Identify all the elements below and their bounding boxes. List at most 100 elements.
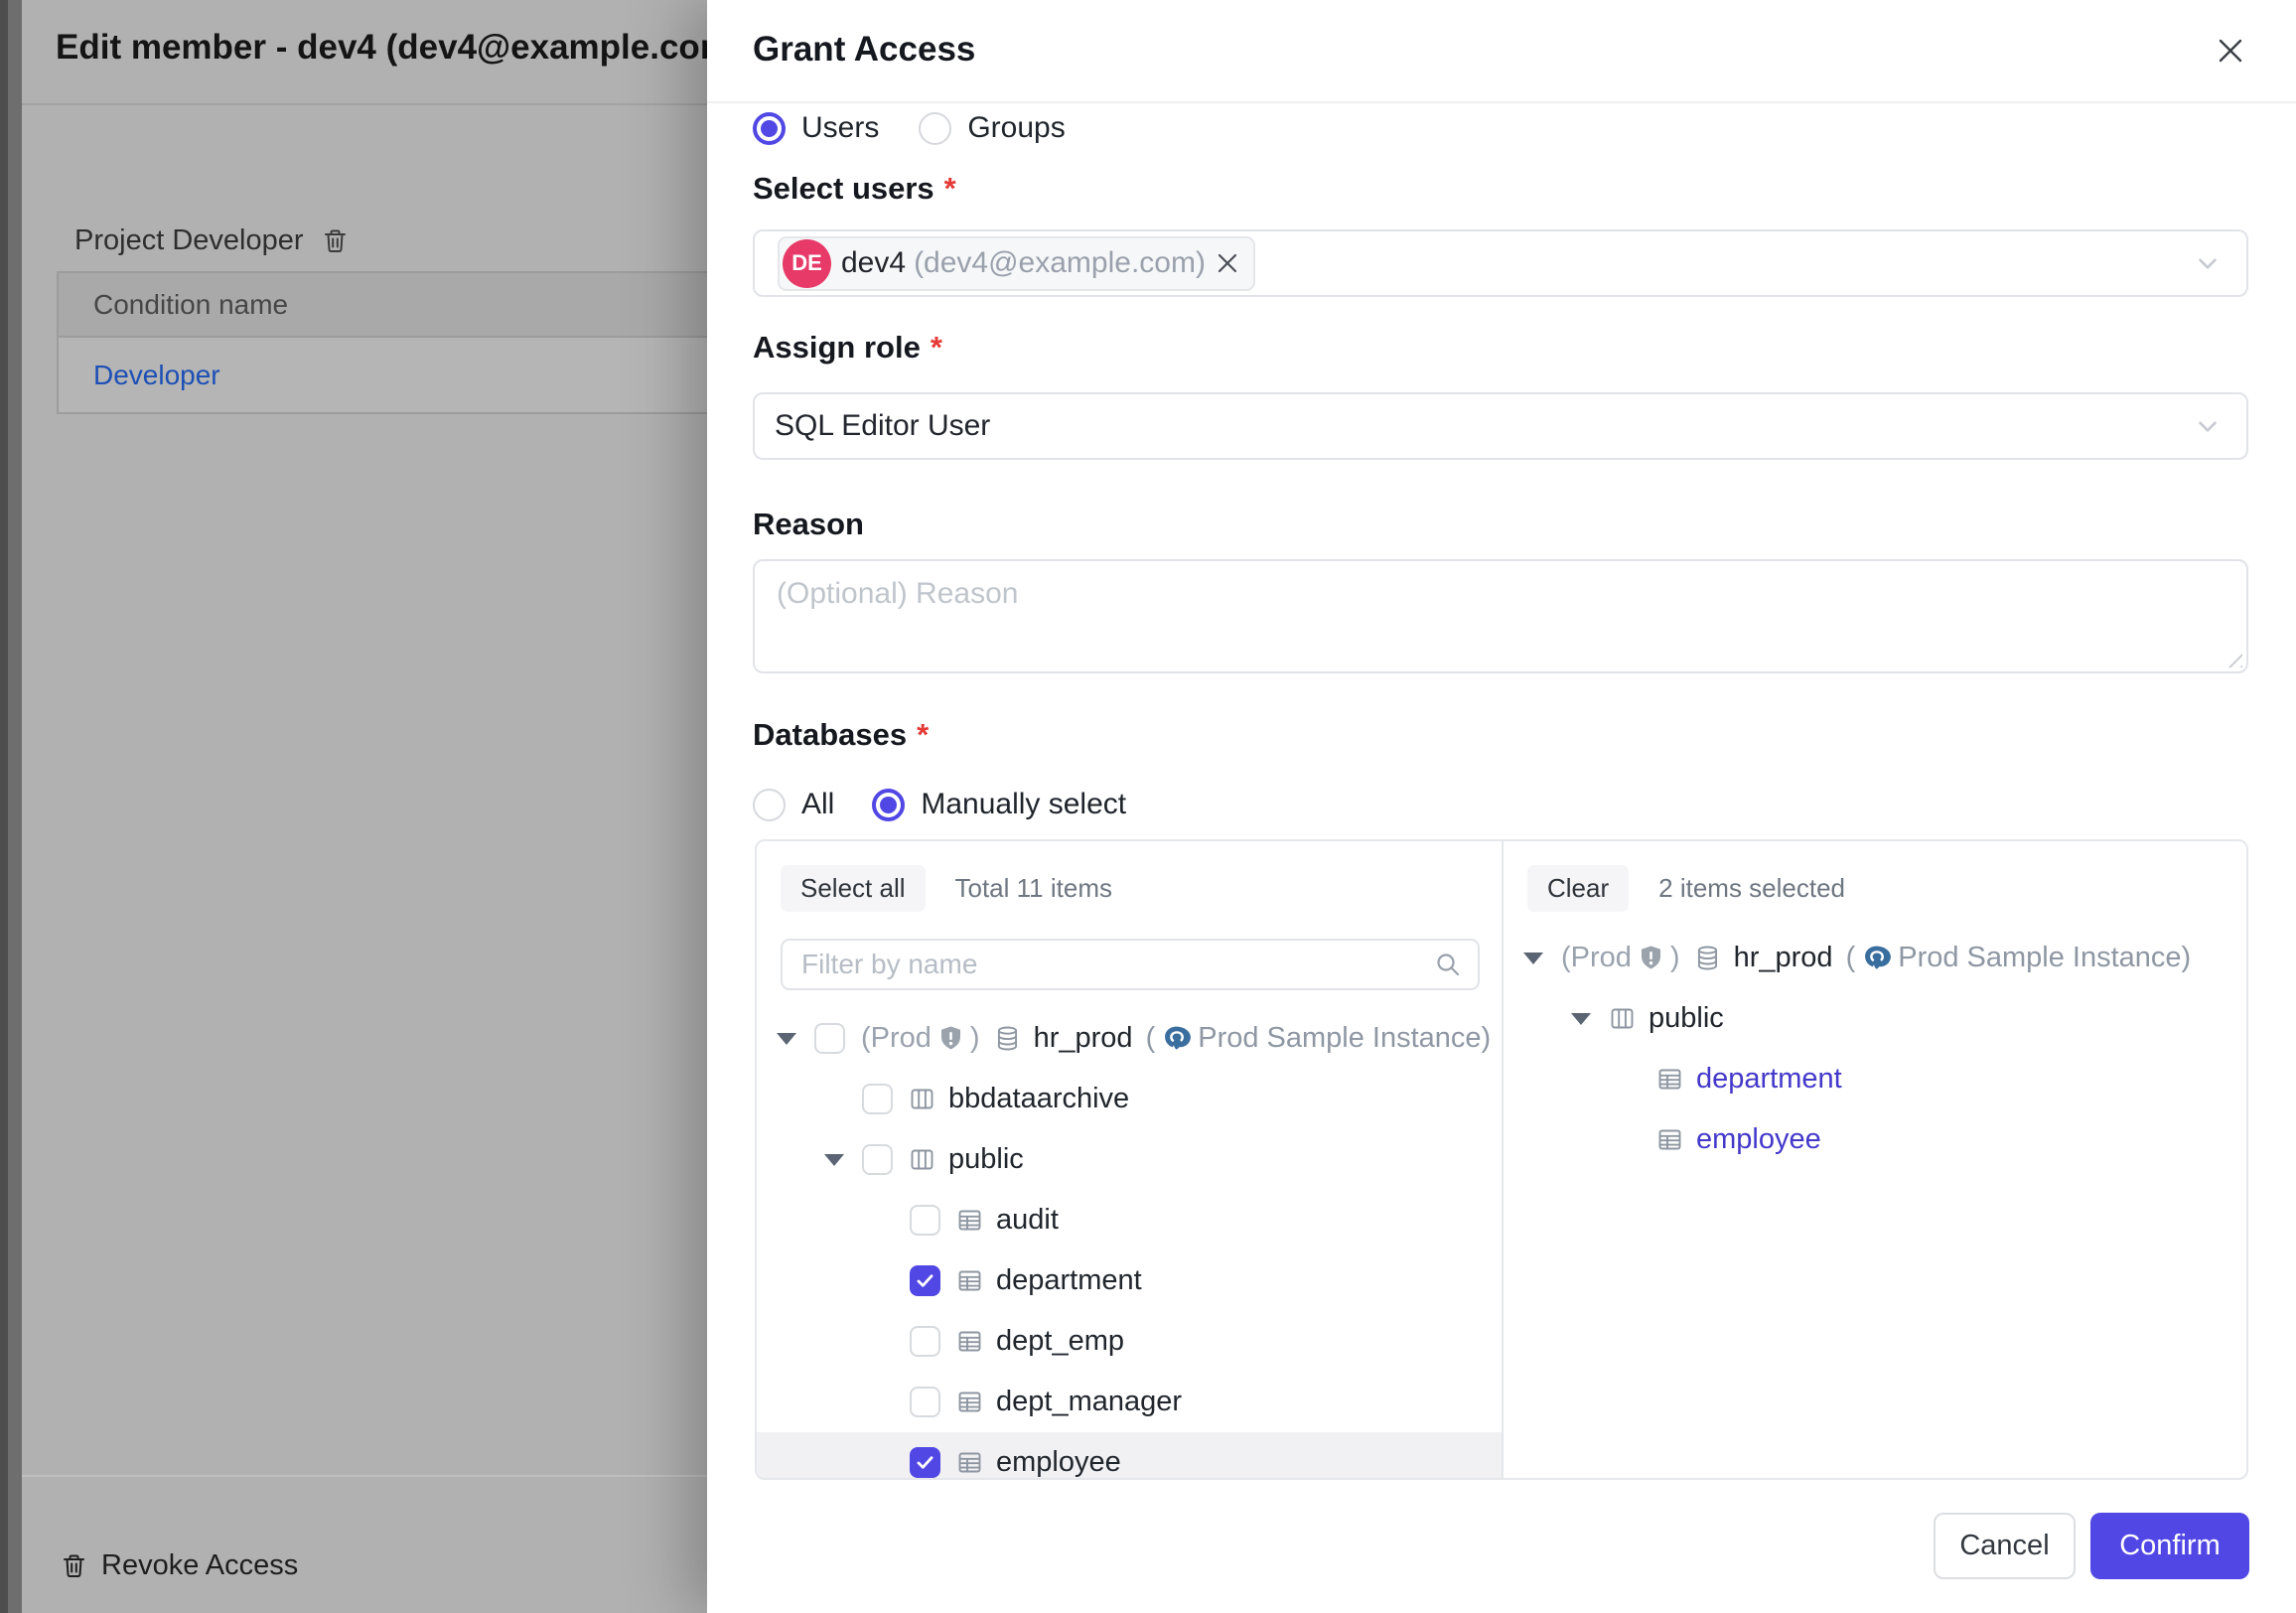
reason-textarea[interactable]: (Optional) Reason <box>753 559 2248 673</box>
node-name: dept_manager <box>996 1386 1182 1418</box>
radio-users-label: Users <box>801 111 879 145</box>
database-transfer: Select all Total 11 items Filter by name… <box>755 839 2248 1480</box>
tree-row[interactable]: bbdataarchive <box>757 1069 1502 1129</box>
filter-placeholder: Filter by name <box>801 949 1434 980</box>
instance-badge: ( Prod Sample Instance) <box>1846 942 2192 974</box>
assign-role-select[interactable]: SQL Editor User <box>753 392 2248 460</box>
shield-icon <box>937 1025 964 1052</box>
radio-all-label: All <box>801 788 834 821</box>
trash-icon[interactable] <box>322 227 349 254</box>
schema-icon <box>909 1146 935 1173</box>
condition-link[interactable]: Developer <box>93 360 220 391</box>
revoke-access-button[interactable]: Revoke Access <box>61 1549 298 1582</box>
checkbox[interactable] <box>910 1265 940 1296</box>
select-users-input[interactable]: DE dev4 (dev4@example.com) <box>753 229 2248 297</box>
checkbox[interactable] <box>910 1387 940 1417</box>
radio-users[interactable] <box>753 112 786 145</box>
caret-down-icon[interactable] <box>777 1033 796 1045</box>
background-edge-strip <box>0 0 8 1613</box>
transfer-selected-panel: Clear 2 items selected (Prod ) hr_prod ( <box>1504 841 2246 1478</box>
table-icon <box>956 1389 983 1415</box>
required-asterisk: * <box>931 330 942 365</box>
checkbox[interactable] <box>910 1205 940 1236</box>
user-chip-name: dev4 <box>841 246 906 280</box>
table-icon <box>956 1328 983 1355</box>
page-footer-divider <box>22 1475 707 1477</box>
checkbox[interactable] <box>814 1023 845 1054</box>
tree-row[interactable]: employee <box>1504 1109 2246 1170</box>
databases-label: Databases* <box>753 717 929 753</box>
selected-tree: (Prod ) hr_prod ( Prod Sample Ins <box>1504 928 2246 1170</box>
postgresql-icon <box>1862 944 1891 972</box>
caret-down-icon[interactable] <box>1571 1013 1591 1025</box>
node-name: hr_prod <box>1734 942 1833 974</box>
table-icon <box>1656 1126 1683 1153</box>
node-name: department <box>1696 1063 1842 1096</box>
filter-input[interactable]: Filter by name <box>781 939 1480 990</box>
node-name: department <box>996 1264 1142 1297</box>
shield-icon <box>1638 945 1664 971</box>
role-section-title: Project Developer <box>74 224 304 257</box>
tree-row[interactable]: dept_emp <box>757 1311 1502 1372</box>
caret-down-icon[interactable] <box>824 1154 844 1166</box>
table-icon <box>956 1267 983 1294</box>
page-title-wrap: Edit member - dev4 (dev4@example.com) <box>56 28 707 68</box>
tree-row[interactable]: department <box>1504 1049 2246 1109</box>
checkbox[interactable] <box>910 1326 940 1357</box>
table-header-condition-name: Condition name <box>59 273 709 338</box>
search-icon <box>1434 951 1462 978</box>
postgresql-icon <box>1162 1024 1191 1053</box>
chip-remove-icon[interactable] <box>1216 251 1239 275</box>
tree-row[interactable]: (Prod ) hr_prod ( Prod Sample Ins <box>1504 928 2246 988</box>
source-tree: (Prod ) hr_prod ( Prod Sample Ins <box>757 1008 1502 1478</box>
table-icon <box>1656 1066 1683 1093</box>
node-name: hr_prod <box>1034 1022 1133 1055</box>
tree-row[interactable]: department <box>757 1250 1502 1311</box>
node-name: employee <box>1696 1123 1821 1156</box>
tree-row[interactable]: (Prod ) hr_prod ( Prod Sample Ins <box>757 1008 1502 1069</box>
checkbox[interactable] <box>910 1447 940 1478</box>
screen: Edit member - dev4 (dev4@example.com) Pr… <box>0 0 2296 1613</box>
page-title: Edit member - dev4 (dev4@example.com) <box>56 28 707 67</box>
tree-row[interactable]: audit <box>757 1190 1502 1250</box>
tree-row[interactable]: dept_manager <box>757 1372 1502 1432</box>
tree-row[interactable]: public <box>1504 988 2246 1049</box>
confirm-button[interactable]: Confirm <box>2090 1513 2249 1579</box>
tree-row[interactable]: public <box>757 1129 1502 1190</box>
checkbox[interactable] <box>862 1144 893 1175</box>
schema-icon <box>1609 1005 1636 1032</box>
page-header-divider <box>22 103 707 105</box>
trash-icon <box>61 1552 87 1579</box>
conditions-table: Condition name Developer <box>57 271 709 414</box>
environment-badge: (Prod ) <box>1561 942 1680 974</box>
select-users-label: Select users* <box>753 171 956 207</box>
select-all-button[interactable]: Select all <box>781 865 926 912</box>
reason-placeholder: (Optional) Reason <box>777 577 1018 611</box>
revoke-access-label: Revoke Access <box>101 1549 298 1582</box>
node-name: public <box>948 1143 1024 1176</box>
table-icon <box>956 1449 983 1476</box>
close-icon[interactable] <box>2213 33 2248 69</box>
assign-role-value: SQL Editor User <box>775 409 990 443</box>
clear-button[interactable]: Clear <box>1527 865 1629 912</box>
table-icon <box>956 1207 983 1234</box>
selected-items-label: 2 items selected <box>1658 873 1845 904</box>
table-row[interactable]: Developer <box>59 338 709 412</box>
radio-all-databases[interactable] <box>753 789 786 821</box>
chevron-down-icon[interactable] <box>2193 248 2223 278</box>
required-asterisk: * <box>917 717 929 752</box>
resize-handle[interactable] <box>2226 652 2242 667</box>
node-name: bbdataarchive <box>948 1083 1129 1115</box>
cancel-button[interactable]: Cancel <box>1934 1513 2076 1579</box>
chevron-down-icon <box>2193 411 2223 441</box>
required-asterisk: * <box>944 171 956 206</box>
radio-groups[interactable] <box>919 112 951 145</box>
caret-down-icon[interactable] <box>1523 953 1543 964</box>
checkbox[interactable] <box>862 1084 893 1114</box>
node-name: public <box>1649 1002 1724 1035</box>
node-name: employee <box>996 1446 1121 1478</box>
database-icon <box>994 1025 1021 1052</box>
modal-title: Grant Access <box>753 30 975 70</box>
radio-manually-select[interactable] <box>872 789 905 821</box>
tree-row[interactable]: employee <box>757 1432 1502 1478</box>
